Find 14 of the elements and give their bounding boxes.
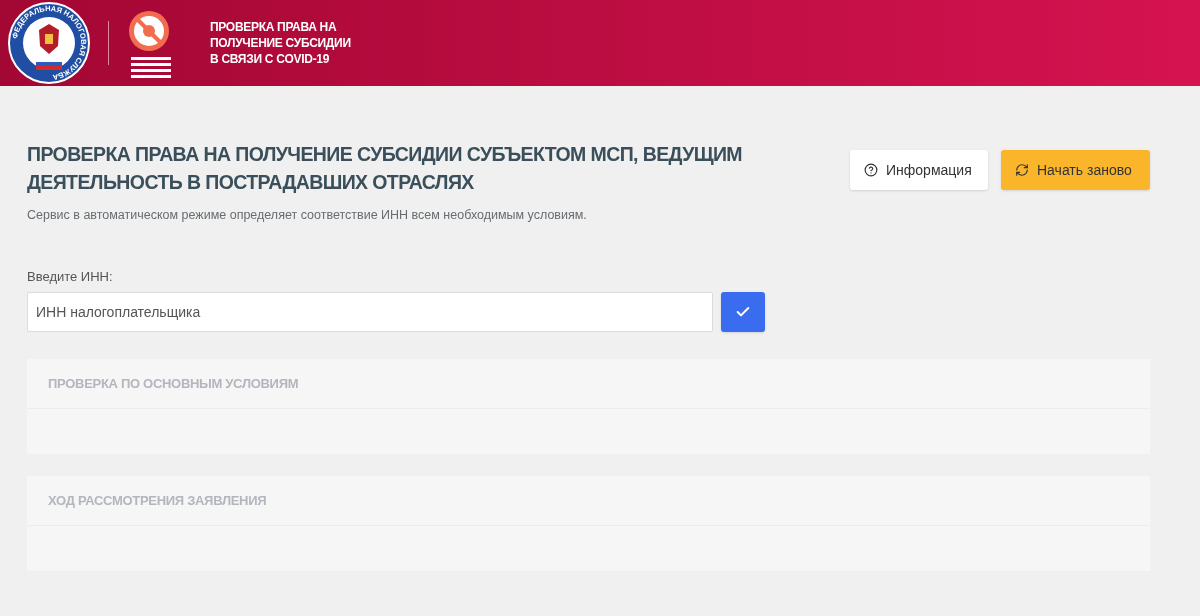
section-title: ХОД РАССМОТРЕНИЯ ЗАЯВЛЕНИЯ (48, 492, 267, 510)
restart-button[interactable]: Начать заново (1001, 150, 1150, 190)
submit-button[interactable] (721, 292, 765, 333)
inn-input-field[interactable]: ИНН налогоплательщика (27, 292, 713, 333)
header-title-line: В СВЯЗИ С COVID-19 (210, 51, 331, 67)
info-button[interactable]: Информация (850, 150, 988, 190)
help-icon (864, 163, 878, 177)
inn-label: Введите ИНН: (27, 267, 114, 286)
refresh-icon (1015, 163, 1029, 177)
section-title: ПРОВЕРКА ПО ОСНОВНЫМ УСЛОВИЯМ (48, 375, 299, 393)
header-title-line: ПРОВЕРКА ПРАВА НА (210, 19, 338, 35)
header-title-line: ПОЛУЧЕНИЕ СУБСИДИИ (210, 35, 351, 51)
page-title: ПРОВЕРКА ПРАВА НА ПОЛУЧЕНИЕ СУБСИДИИ СУБЪЕКТОМ МСП, ВЕДУЩИМ ДЕЯТЕЛЬНОСТЬ В ПОСТРАДАВШИХ ОТРАСЛЯХ (27, 142, 743, 195)
page-subtitle: Сервис в автоматическом режиме определяет соответствие ИНН всем необходимым условиям. (27, 207, 588, 224)
